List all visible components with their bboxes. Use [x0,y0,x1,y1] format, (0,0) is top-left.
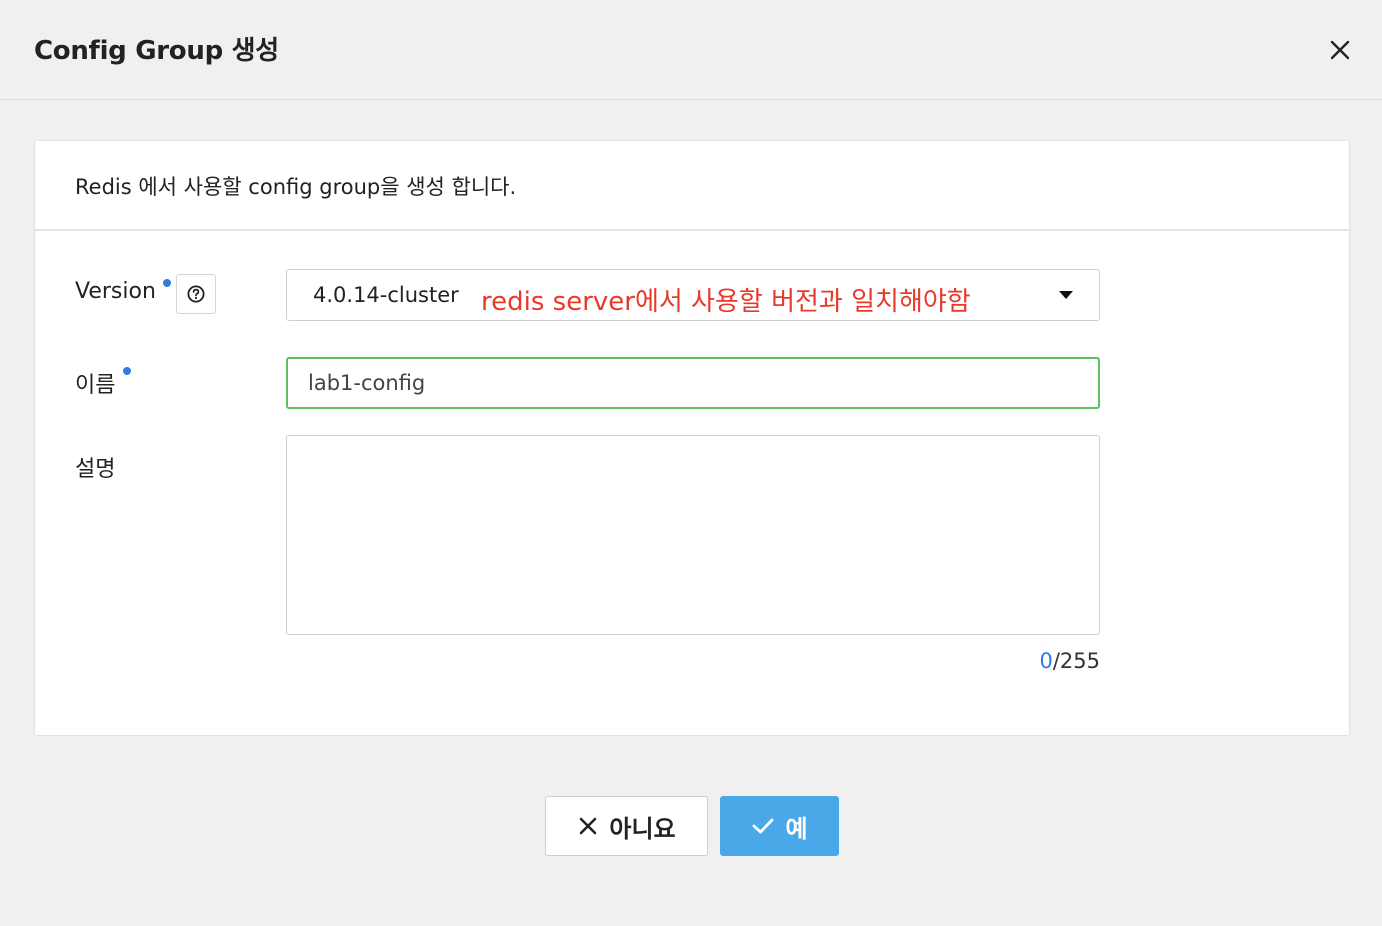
no-button-label: 아니요 [609,814,676,843]
name-input[interactable] [286,357,1100,409]
close-button[interactable] [1324,34,1356,66]
no-button[interactable]: 아니요 [545,796,708,856]
version-select[interactable]: 4.0.14-cluster redis server에서 사용할 버전과 일치… [286,269,1100,321]
form-panel: Redis 에서 사용할 config group을 생성 합니다. Versi… [34,140,1351,736]
required-indicator [163,279,171,287]
caret-down-icon [1059,291,1073,299]
yes-button[interactable]: 예 [720,796,839,856]
help-icon [187,285,205,303]
required-indicator [123,367,131,375]
dialog-title: Config Group 생성 [34,36,279,66]
config-group-dialog: Config Group 생성 Redis 에서 사용할 config grou… [0,0,1382,926]
version-label: Version [75,279,156,304]
yes-button-label: 예 [785,814,808,843]
version-help-button[interactable] [176,274,216,314]
name-label: 이름 [75,373,116,398]
check-icon [753,818,774,834]
description-textarea[interactable] [286,435,1100,635]
x-icon [580,817,597,835]
close-icon [1330,40,1350,60]
character-count: 0 [1039,649,1053,673]
description-label: 설명 [75,457,116,482]
character-counter: 0/255 [935,649,1100,673]
version-selected-value: 4.0.14-cluster [313,283,459,307]
panel-description: Redis 에서 사용할 config group을 생성 합니다. [75,175,517,199]
divider [35,229,1351,231]
character-max: /255 [1052,649,1100,673]
dialog-header: Config Group 생성 [0,0,1382,100]
version-annotation: redis server에서 사용할 버전과 일치해야함 [481,287,971,317]
